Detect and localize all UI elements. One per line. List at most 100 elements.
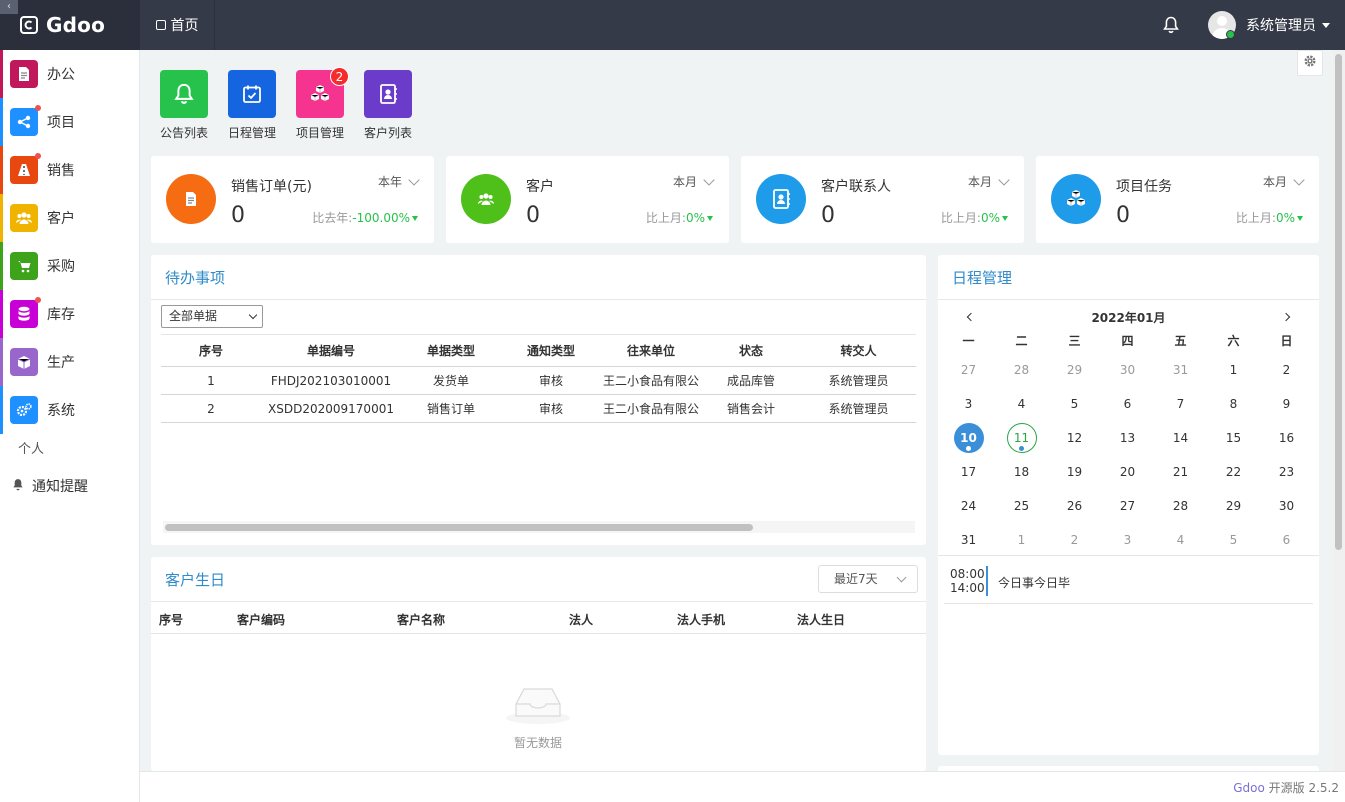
calendar-day[interactable]: 9: [1260, 387, 1313, 421]
calendar-event[interactable]: 08:00 14:00 今日事今日毕: [944, 560, 1313, 604]
birthday-column-header[interactable]: 法人: [569, 611, 593, 628]
calendar-day[interactable]: 1: [995, 523, 1048, 557]
calendar-day-number: 4: [1017, 397, 1026, 411]
stat-period-select[interactable]: 本月: [1262, 173, 1305, 190]
todo-column-header[interactable]: 转交人: [801, 334, 916, 367]
todo-column-header[interactable]: 通知类型: [501, 334, 601, 367]
calendar-day[interactable]: 3: [1101, 523, 1154, 557]
calendar-day[interactable]: 1: [1207, 353, 1260, 387]
tab-home[interactable]: 首页: [140, 0, 215, 50]
calendar-day[interactable]: 15: [1207, 421, 1260, 455]
calendar-day[interactable]: 8: [1207, 387, 1260, 421]
calendar-day-number: 25: [1013, 499, 1030, 513]
calendar-day[interactable]: 23: [1260, 455, 1313, 489]
calendar-day[interactable]: 13: [1101, 421, 1154, 455]
calendar-day[interactable]: 25: [995, 489, 1048, 523]
stat-compare-label: 比上月:: [645, 211, 686, 225]
calendar-day-number: 19: [1066, 465, 1083, 479]
sidebar-item-label: 生产: [47, 355, 75, 371]
calendar-day[interactable]: 11: [995, 421, 1048, 455]
quick-app-0[interactable]: 公告列表: [160, 70, 228, 141]
birthday-column-header[interactable]: 法人手机: [677, 611, 725, 628]
calendar-day[interactable]: 7: [1154, 387, 1207, 421]
calendar-day[interactable]: 4: [995, 387, 1048, 421]
sidebar-collapse-button[interactable]: ‹: [0, 0, 18, 14]
quick-app-3[interactable]: 客户列表: [364, 70, 432, 141]
birthday-range-select[interactable]: 最近7天: [818, 565, 918, 593]
calendar-day[interactable]: 22: [1207, 455, 1260, 489]
todo-column-header[interactable]: 状态: [701, 334, 801, 367]
sidebar-item-3[interactable]: 客户: [0, 194, 139, 242]
todo-filter-select[interactable]: 全部单据: [161, 305, 263, 328]
calendar-day[interactable]: 30: [1101, 353, 1154, 387]
stat-compare-value: 0%: [685, 211, 705, 225]
sidebar-item-7[interactable]: 系统: [0, 386, 139, 434]
calendar-day[interactable]: 27: [942, 353, 995, 387]
birthday-column-header[interactable]: 客户名称: [397, 611, 445, 628]
calendar-day[interactable]: 10: [942, 421, 995, 455]
sidebar-item-5[interactable]: 库存: [0, 290, 139, 338]
calendar-day[interactable]: 5: [1207, 523, 1260, 557]
stat-period-select[interactable]: 本月: [968, 173, 1010, 190]
calendar-day-number: 31: [960, 533, 977, 547]
calendar-day[interactable]: 27: [1101, 489, 1154, 523]
table-row[interactable]: 1 FHDJ202103010001 发货单 审核 王二小食品有限公 成品库管 系统管理员: [161, 366, 916, 395]
calendar-day[interactable]: 4: [1154, 523, 1207, 557]
calendar-day[interactable]: 2: [1048, 523, 1101, 557]
sidebar-item-4[interactable]: 采购: [0, 242, 139, 290]
calendar-day[interactable]: 14: [1154, 421, 1207, 455]
chevron-down-icon: [703, 173, 715, 186]
todo-column-header[interactable]: 往来单位: [601, 334, 701, 367]
calendar-day[interactable]: 2: [1260, 353, 1313, 387]
stat-period-value: 本月: [1262, 175, 1287, 189]
brand[interactable]: Gdoo: [0, 0, 140, 50]
calendar-day-number: 12: [1066, 431, 1083, 445]
notification-bell-icon[interactable]: [1163, 16, 1179, 34]
calendar-day[interactable]: 28: [1154, 489, 1207, 523]
todo-column-header[interactable]: 单据类型: [401, 334, 501, 367]
quick-app-2[interactable]: 项目管理 2: [296, 67, 364, 141]
calendar-day[interactable]: 21: [1154, 455, 1207, 489]
calendar-day[interactable]: 6: [1101, 387, 1154, 421]
calendar-day[interactable]: 28: [995, 353, 1048, 387]
calendar-title: 日程管理: [938, 255, 1319, 300]
calendar-day[interactable]: 29: [1207, 489, 1260, 523]
birthday-column-header[interactable]: 客户编码: [237, 611, 285, 628]
calendar-day-number: 5: [1229, 533, 1238, 547]
stat-period-select[interactable]: 本月: [673, 173, 715, 190]
calendar-day[interactable]: 16: [1260, 421, 1313, 455]
page-vertical-scrollbar[interactable]: [1333, 50, 1345, 771]
calendar-day[interactable]: 3: [942, 387, 995, 421]
todo-column-header[interactable]: 单据编号: [261, 334, 401, 367]
settings-button[interactable]: [1297, 50, 1323, 76]
calendar-day[interactable]: 18: [995, 455, 1048, 489]
calendar-day[interactable]: 31: [1154, 353, 1207, 387]
calendar-day[interactable]: 12: [1048, 421, 1101, 455]
calendar-day[interactable]: 31: [942, 523, 995, 557]
table-row[interactable]: 2 XSDD202009170001 销售订单 审核 王二小食品有限公 销售会计 系统管理员: [161, 394, 916, 423]
calendar-day[interactable]: 19: [1048, 455, 1101, 489]
sidebar-item-6[interactable]: 生产: [0, 338, 139, 386]
sidebar-item-notice[interactable]: 通知提醒: [0, 466, 139, 506]
sidebar-item-0[interactable]: 办公: [0, 50, 139, 98]
calendar-day[interactable]: 30: [1260, 489, 1313, 523]
birthday-column-header[interactable]: 序号: [159, 611, 183, 628]
sidebar-item-1[interactable]: 项目: [0, 98, 139, 146]
calendar-day[interactable]: 26: [1048, 489, 1101, 523]
calendar-day[interactable]: 17: [942, 455, 995, 489]
stat-period-select[interactable]: 本年: [378, 173, 420, 190]
calendar-day[interactable]: 20: [1101, 455, 1154, 489]
stat-title: 销售订单(元): [231, 179, 312, 195]
quick-app-1[interactable]: 日程管理: [228, 70, 296, 141]
calendar-day[interactable]: 24: [942, 489, 995, 523]
tab-home-label: 首页: [170, 18, 199, 34]
calendar-day-number: 13: [1119, 431, 1136, 445]
todo-column-header[interactable]: 序号: [161, 334, 261, 367]
todo-horizontal-scrollbar[interactable]: [163, 521, 915, 533]
calendar-day[interactable]: 6: [1260, 523, 1313, 557]
sidebar-item-notification-dot: [35, 153, 41, 159]
sidebar-item-2[interactable]: 销售: [0, 146, 139, 194]
calendar-day[interactable]: 29: [1048, 353, 1101, 387]
calendar-day[interactable]: 5: [1048, 387, 1101, 421]
birthday-column-header[interactable]: 法人生日: [797, 611, 845, 628]
